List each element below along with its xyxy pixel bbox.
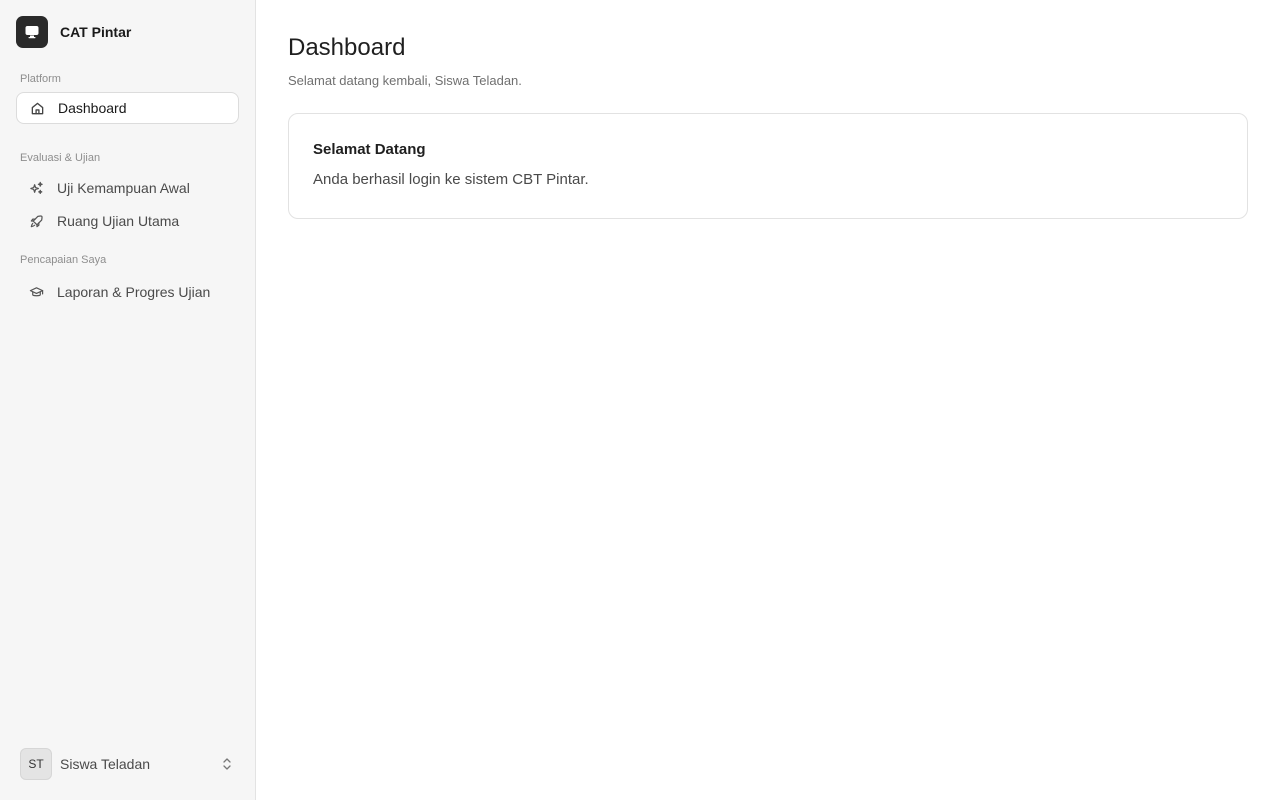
nav-group-label-evaluasi: Evaluasi & Ujian — [20, 152, 101, 164]
home-icon — [29, 100, 45, 116]
user-menu[interactable]: ST Siswa Teladan — [20, 748, 235, 780]
rocket-icon — [28, 213, 44, 229]
monitor-icon — [16, 16, 48, 48]
sidebar-item-laporan-progres[interactable]: Laporan & Progres Ujian — [16, 276, 239, 308]
sidebar-item-label: Uji Kemampuan Awal — [57, 180, 190, 196]
sidebar-item-label: Ruang Ujian Utama — [57, 213, 180, 229]
sidebar-item-label: Dashboard — [58, 100, 127, 116]
chevrons-up-down-icon — [219, 756, 235, 772]
page-title: Dashboard — [288, 34, 406, 61]
sidebar-item-label: Laporan & Progres Ujian — [57, 284, 211, 300]
page-subtitle: Selamat datang kembali, Siswa Teladan. — [288, 73, 522, 88]
welcome-card: Selamat Datang Anda berhasil login ke si… — [288, 113, 1248, 219]
card-text: Anda berhasil login ke sistem CBT Pintar… — [313, 171, 589, 188]
avatar: ST — [20, 748, 52, 780]
sidebar-item-ruang-ujian-utama[interactable]: Ruang Ujian Utama — [16, 205, 239, 237]
sidebar-item-uji-kemampuan-awal[interactable]: Uji Kemampuan Awal — [16, 172, 239, 204]
nav-group-label-platform: Platform — [20, 73, 61, 85]
sidebar: CAT Pintar Platform Dashboard Evaluasi &… — [0, 0, 256, 800]
app-name: CAT Pintar — [60, 24, 132, 40]
sidebar-item-dashboard[interactable]: Dashboard — [16, 92, 239, 124]
graduation-cap-icon — [28, 284, 44, 300]
main-content: Dashboard Selamat datang kembali, Siswa … — [256, 0, 1280, 800]
sparkles-icon — [28, 180, 44, 196]
user-name: Siswa Teladan — [60, 756, 151, 772]
card-title: Selamat Datang — [313, 141, 426, 158]
brand[interactable]: CAT Pintar — [0, 0, 255, 48]
nav-group-label-pencapaian: Pencapaian Saya — [20, 254, 107, 266]
sidebar-nav: Platform Dashboard Evaluasi & Ujian Uji … — [0, 48, 255, 308]
